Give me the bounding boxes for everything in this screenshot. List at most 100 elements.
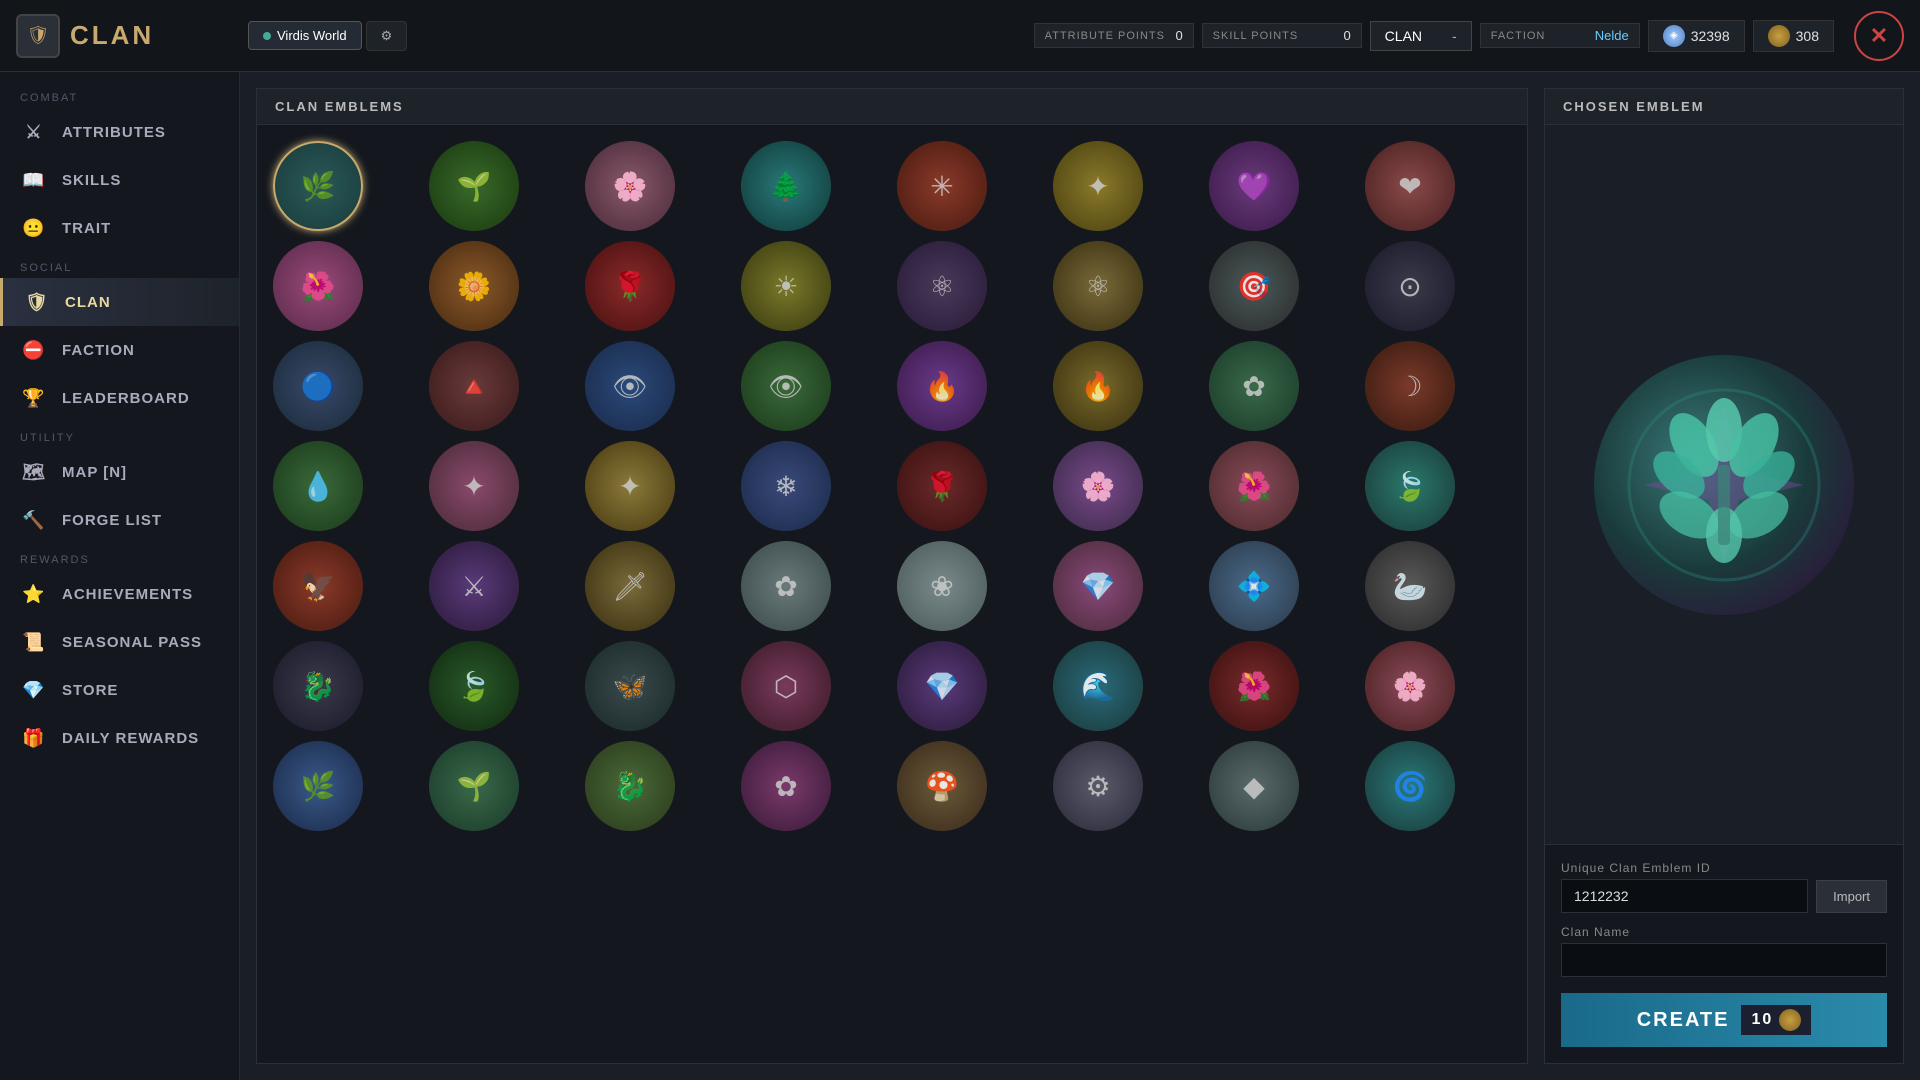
emblem-item-39[interactable]: 💠 xyxy=(1209,541,1299,631)
main-content: CLAN EMBLEMS 🌿🌱🌸🌲✳✦💜❤🌺🌼🌹☀⚛⚛🎯⊙🔵🔺👁👁🔥🔥✿☽💧✦✦… xyxy=(240,72,1920,1080)
sidebar-item-achievements[interactable]: ⭐ ACHIEVEMENTS xyxy=(0,570,239,618)
emblem-item-25[interactable]: 💧 xyxy=(273,441,363,531)
emblem-item-4[interactable]: 🌲 xyxy=(741,141,831,231)
emblem-item-2[interactable]: 🌱 xyxy=(429,141,519,231)
create-button[interactable]: CREATE 10 xyxy=(1561,993,1887,1047)
store-label: STORE xyxy=(62,682,118,699)
emblem-item-37[interactable]: ❀ xyxy=(897,541,987,631)
emblem-inner-4: 🌲 xyxy=(751,151,821,221)
emblem-inner-5: ✳ xyxy=(907,151,977,221)
emblem-item-3[interactable]: 🌸 xyxy=(585,141,675,231)
clan-dropdown-dash[interactable]: - xyxy=(1452,28,1457,44)
emblem-item-31[interactable]: 🌺 xyxy=(1209,441,1299,531)
emblem-inner-38: 💎 xyxy=(1063,551,1133,621)
emblem-item-28[interactable]: ❄ xyxy=(741,441,831,531)
sidebar-item-daily[interactable]: 🎁 DAILY REWARDS xyxy=(0,714,239,762)
emblem-item-40[interactable]: 🦢 xyxy=(1365,541,1455,631)
clan-name-input[interactable] xyxy=(1561,943,1887,977)
sidebar-item-map[interactable]: 🗺 MAP [N] xyxy=(0,448,239,496)
emblem-item-19[interactable]: 👁 xyxy=(585,341,675,431)
sidebar-item-store[interactable]: 💎 STORE xyxy=(0,666,239,714)
emblem-item-56[interactable]: 🌀 xyxy=(1365,741,1455,831)
emblem-item-38[interactable]: 💎 xyxy=(1053,541,1143,631)
emblem-item-51[interactable]: 🐉 xyxy=(585,741,675,831)
emblem-inner-46: 🌊 xyxy=(1063,651,1133,721)
clan-label: CLAN xyxy=(65,294,111,311)
emblem-item-30[interactable]: 🌸 xyxy=(1053,441,1143,531)
currency1-value: 32398 xyxy=(1691,28,1730,44)
emblem-item-9[interactable]: 🌺 xyxy=(273,241,363,331)
top-bar: 🛡 CLAN Virdis World ⚙ ATTRIBUTE POINTS 0… xyxy=(0,0,1920,72)
emblem-item-35[interactable]: 🗡 xyxy=(585,541,675,631)
emblem-item-20[interactable]: 👁 xyxy=(741,341,831,431)
emblem-item-52[interactable]: ✿ xyxy=(741,741,831,831)
emblem-item-29[interactable]: 🌹 xyxy=(897,441,987,531)
emblem-item-53[interactable]: 🍄 xyxy=(897,741,987,831)
sidebar-item-forge[interactable]: 🔨 FORGE LIST xyxy=(0,496,239,544)
emblem-item-48[interactable]: 🌸 xyxy=(1365,641,1455,731)
emblem-item-7[interactable]: 💜 xyxy=(1209,141,1299,231)
close-button[interactable]: ✕ xyxy=(1854,11,1904,61)
emblem-item-17[interactable]: 🔵 xyxy=(273,341,363,431)
sidebar-item-attributes[interactable]: ⚔ ATTRIBUTES xyxy=(0,108,239,156)
achievements-label: ACHIEVEMENTS xyxy=(62,586,193,603)
emblem-item-11[interactable]: 🌹 xyxy=(585,241,675,331)
emblem-item-34[interactable]: ⚔ xyxy=(429,541,519,631)
emblem-inner-52: ✿ xyxy=(751,751,821,821)
emblem-item-16[interactable]: ⊙ xyxy=(1365,241,1455,331)
emblem-item-15[interactable]: 🎯 xyxy=(1209,241,1299,331)
sidebar-item-clan[interactable]: 🛡 CLAN xyxy=(0,278,239,326)
emblem-item-42[interactable]: 🍃 xyxy=(429,641,519,731)
emblem-item-54[interactable]: ⚙ xyxy=(1053,741,1143,831)
emblem-item-12[interactable]: ☀ xyxy=(741,241,831,331)
emblem-item-33[interactable]: 🦅 xyxy=(273,541,363,631)
emblem-item-32[interactable]: 🍃 xyxy=(1365,441,1455,531)
emblem-id-row: Import xyxy=(1561,879,1887,913)
emblem-item-55[interactable]: ◆ xyxy=(1209,741,1299,831)
emblem-item-43[interactable]: 🦋 xyxy=(585,641,675,731)
emblem-item-6[interactable]: ✦ xyxy=(1053,141,1143,231)
emblem-item-44[interactable]: ⬡ xyxy=(741,641,831,731)
emblems-grid-wrapper[interactable]: 🌿 🌱 🌸 🌲 ✳ ✦ 💜 ❤ 🌺 🌼 🌹 ☀ ⚛ ⚛ 🎯 ⊙ 🔵 🔺 👁 👁 🔥 🔥 ✿ ☽ 💧 ✦ ✦ ❄ 🌹 🌸 🌺 🍃 🦅 ⚔ 🗡 ✿ ❀ 💎 💠 🦢… xyxy=(257,125,1527,1063)
emblem-item-47[interactable]: 🌺 xyxy=(1209,641,1299,731)
sidebar-item-seasonal[interactable]: 📜 SEASONAL PASS xyxy=(0,618,239,666)
emblem-item-8[interactable]: ❤ xyxy=(1365,141,1455,231)
emblem-item-24[interactable]: ☽ xyxy=(1365,341,1455,431)
import-button[interactable]: Import xyxy=(1816,880,1887,913)
emblem-item-10[interactable]: 🌼 xyxy=(429,241,519,331)
emblem-item-13[interactable]: ⚛ xyxy=(897,241,987,331)
leaderboard-label: LEADERBOARD xyxy=(62,390,190,407)
emblem-item-41[interactable]: 🐉 xyxy=(273,641,363,731)
emblem-item-21[interactable]: 🔥 xyxy=(897,341,987,431)
clan-dropdown[interactable]: CLAN - xyxy=(1370,21,1472,51)
emblem-inner-32: 🍃 xyxy=(1375,451,1445,521)
emblem-item-5[interactable]: ✳ xyxy=(897,141,987,231)
emblem-item-22[interactable]: 🔥 xyxy=(1053,341,1143,431)
emblem-item-36[interactable]: ✿ xyxy=(741,541,831,631)
emblem-item-18[interactable]: 🔺 xyxy=(429,341,519,431)
emblem-inner-14: ⚛ xyxy=(1063,251,1133,321)
emblem-item-23[interactable]: ✿ xyxy=(1209,341,1299,431)
emblem-inner-41: 🐉 xyxy=(283,651,353,721)
emblem-item-27[interactable]: ✦ xyxy=(585,441,675,531)
tab-settings[interactable]: ⚙ xyxy=(366,21,408,51)
emblem-item-46[interactable]: 🌊 xyxy=(1053,641,1143,731)
sidebar-item-faction[interactable]: ⛔ FACTION xyxy=(0,326,239,374)
emblem-item-49[interactable]: 🌿 xyxy=(273,741,363,831)
emblem-inner-48: 🌸 xyxy=(1375,651,1445,721)
emblem-item-26[interactable]: ✦ xyxy=(429,441,519,531)
currency2-value: 308 xyxy=(1796,28,1819,44)
sidebar-item-leaderboard[interactable]: 🏆 LEADERBOARD xyxy=(0,374,239,422)
emblem-id-section: Unique Clan Emblem ID Import xyxy=(1561,861,1887,913)
currency1-box: ◈ 32398 xyxy=(1648,20,1745,52)
emblem-inner-17: 🔵 xyxy=(283,351,353,421)
tab-virdis-world[interactable]: Virdis World xyxy=(248,21,362,50)
emblem-item-45[interactable]: 💎 xyxy=(897,641,987,731)
sidebar-item-skills[interactable]: 📖 SKILLS xyxy=(0,156,239,204)
emblems-grid: 🌿 🌱 🌸 🌲 ✳ ✦ 💜 ❤ 🌺 🌼 🌹 ☀ ⚛ ⚛ 🎯 ⊙ 🔵 🔺 👁 👁 🔥 🔥 ✿ ☽ 💧 ✦ ✦ ❄ 🌹 🌸 🌺 🍃 🦅 ⚔ 🗡 ✿ ❀ 💎 💠 🦢… xyxy=(273,141,1511,831)
emblem-item-1[interactable]: 🌿 xyxy=(273,141,363,231)
sidebar-item-trait[interactable]: 😐 TRAIT xyxy=(0,204,239,252)
emblem-item-50[interactable]: 🌱 xyxy=(429,741,519,831)
emblem-id-input[interactable] xyxy=(1561,879,1808,913)
emblem-item-14[interactable]: ⚛ xyxy=(1053,241,1143,331)
